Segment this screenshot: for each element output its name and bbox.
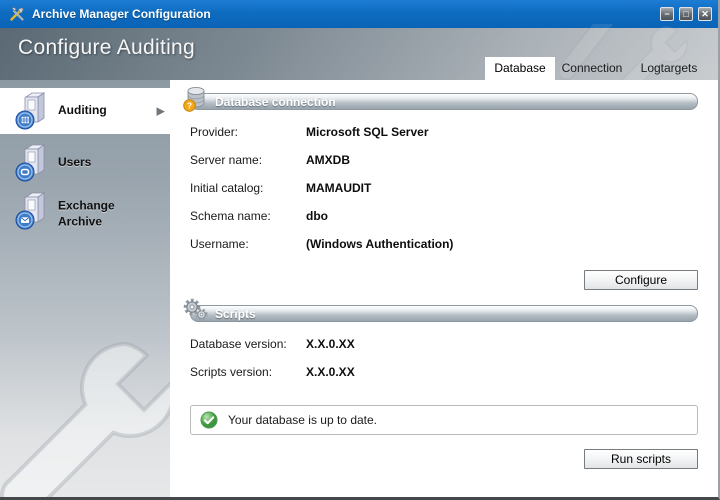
- database-connection-fields: Provider: Microsoft SQL Server Server na…: [190, 125, 698, 265]
- help-badge-glyph: ?: [187, 101, 192, 111]
- section-scripts: Scripts: [190, 305, 698, 322]
- field-row-scripts-version: Scripts version: X.X.0.XX: [190, 365, 698, 393]
- field-label: Server name:: [190, 153, 306, 167]
- sidebar-item-label: Exchange Archive: [58, 198, 144, 229]
- field-label: Initial catalog:: [190, 181, 306, 195]
- tab-database[interactable]: Database: [485, 57, 555, 80]
- field-row-schema-name: Schema name: dbo: [190, 209, 698, 237]
- tab-connection[interactable]: Connection: [557, 57, 627, 80]
- scripts-fields: Database version: X.X.0.XX Scripts versi…: [190, 337, 698, 393]
- configure-button-row: Configure: [190, 270, 698, 290]
- app-window: Archive Manager Configuration − □ ✕ Conf…: [0, 0, 720, 500]
- auditing-server-icon: [14, 90, 52, 137]
- run-scripts-button[interactable]: Run scripts: [584, 449, 698, 469]
- body-area: Auditing ▶ Users: [0, 80, 718, 497]
- success-check-icon: [200, 411, 218, 429]
- field-label: Scripts version:: [190, 365, 306, 379]
- field-row-initial-catalog: Initial catalog: MAMAUDIT: [190, 181, 698, 209]
- field-value: AMXDB: [306, 153, 350, 167]
- wrench-watermark-icon: [0, 328, 170, 497]
- close-button[interactable]: ✕: [698, 7, 712, 21]
- tab-bar: Database Connection Logtargets: [0, 57, 720, 80]
- field-value: MAMAUDIT: [306, 181, 371, 195]
- field-row-server-name: Server name: AMXDB: [190, 153, 698, 181]
- sidebar-item-exchange-archive[interactable]: Exchange Archive: [0, 188, 170, 240]
- field-label: Database version:: [190, 337, 306, 351]
- sidebar-item-users[interactable]: Users: [0, 140, 170, 186]
- app-tools-icon: [8, 5, 26, 23]
- section-title: Database connection: [215, 95, 336, 109]
- sidebar-item-auditing[interactable]: Auditing ▶: [0, 88, 170, 134]
- users-server-icon: [14, 142, 52, 189]
- field-value: dbo: [306, 209, 328, 223]
- run-scripts-button-row: Run scripts: [190, 449, 698, 469]
- sidebar-item-label: Users: [58, 155, 144, 171]
- app-title: Archive Manager Configuration: [32, 7, 211, 21]
- maximize-button[interactable]: □: [679, 7, 693, 21]
- content-panel: ? Database connection Provider: Microsof…: [170, 80, 718, 497]
- field-value: X.X.0.XX: [306, 337, 355, 351]
- field-row-username: Username: (Windows Authentication): [190, 237, 698, 265]
- exchange-archive-server-icon: [14, 190, 52, 237]
- field-label: Schema name:: [190, 209, 306, 223]
- sidebar: Auditing ▶ Users: [0, 80, 170, 497]
- minimize-button[interactable]: −: [660, 7, 674, 21]
- field-row-database-version: Database version: X.X.0.XX: [190, 337, 698, 365]
- database-help-icon: ?: [182, 85, 209, 118]
- field-label: Provider:: [190, 125, 306, 139]
- status-box: Your database is up to date.: [190, 405, 698, 435]
- section-title: Scripts: [215, 307, 256, 321]
- field-value: (Windows Authentication): [306, 237, 453, 251]
- page-header: Configure Auditing Database Connection L…: [0, 28, 720, 80]
- window-controls: − □ ✕: [660, 7, 712, 21]
- tab-logtargets[interactable]: Logtargets: [629, 57, 709, 80]
- configure-button[interactable]: Configure: [584, 270, 698, 290]
- gears-icon: [182, 297, 209, 328]
- field-label: Username:: [190, 237, 306, 251]
- status-message: Your database is up to date.: [228, 413, 377, 427]
- field-value: X.X.0.XX: [306, 365, 355, 379]
- section-database-connection: ? Database connection: [190, 93, 698, 110]
- sidebar-item-label: Auditing: [58, 103, 144, 119]
- selected-arrow-icon: ▶: [157, 105, 165, 118]
- field-value: Microsoft SQL Server: [306, 125, 428, 139]
- field-row-provider: Provider: Microsoft SQL Server: [190, 125, 698, 153]
